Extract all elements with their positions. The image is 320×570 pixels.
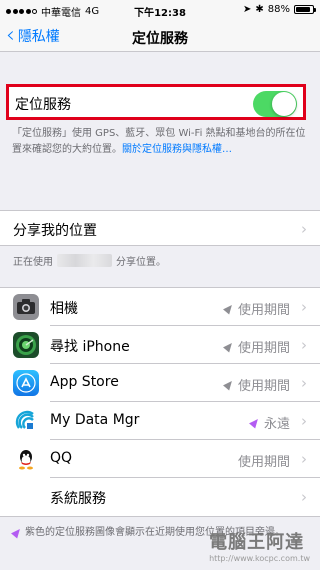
bluetooth-icon: ✱	[255, 4, 264, 15]
sharing-prefix: 正在使用	[13, 257, 53, 268]
status-bar: 中華電信 4G 下午12:38 ➤ ✱ 88%	[0, 0, 320, 20]
app-status: 使用期間	[223, 299, 290, 318]
status-right: ➤ ✱ 88%	[242, 4, 316, 15]
camera-icon	[13, 294, 39, 320]
my-data-mgr-icon	[13, 408, 39, 434]
status-text: 永遠	[263, 417, 290, 432]
status-text: 使用期間	[237, 379, 290, 394]
list-item-my-data-mgr[interactable]: My Data Mgr 永遠 ›	[0, 402, 320, 440]
location-services-row: 定位服務	[6, 84, 306, 120]
location-description: 「定位服務」使用 GPS、藍牙、眾包 Wi-Fi 熱點和基地台的所在位置來確認您…	[12, 126, 312, 158]
chevron-right-icon: ›	[301, 220, 307, 238]
watermark-brand: 電腦王阿達	[209, 532, 305, 553]
page-title: 定位服務	[132, 31, 188, 47]
app-name: 系統服務	[50, 491, 106, 507]
location-arrow-icon	[249, 416, 261, 429]
app-name: 相機	[50, 301, 78, 317]
app-name: QQ	[50, 450, 73, 466]
app-status: 使用期間	[223, 375, 290, 394]
qq-icon	[13, 446, 39, 472]
chevron-right-icon: ›	[301, 298, 307, 316]
app-name: My Data Mgr	[50, 412, 140, 428]
share-location-label: 分享我的位置	[13, 223, 97, 239]
app-status: 使用期間	[238, 451, 290, 470]
status-text: 使用期間	[237, 455, 290, 470]
location-arrow-icon	[223, 302, 235, 315]
privacy-link[interactable]: 關於定位服務與隱私權…	[122, 144, 232, 155]
app-name: App Store	[50, 374, 119, 390]
share-location-row[interactable]: 分享我的位置 ›	[0, 210, 320, 246]
app-status: 永遠	[249, 413, 290, 432]
chevron-right-icon: ›	[301, 450, 307, 468]
location-services-toggle[interactable]	[253, 91, 297, 117]
list-item-find-iphone[interactable]: 尋找 iPhone 使用期間 ›	[0, 326, 320, 364]
app-status: 使用期間	[223, 337, 290, 356]
location-arrow-icon	[223, 378, 235, 391]
location-services-label: 定位服務	[15, 97, 71, 113]
app-store-icon	[13, 370, 39, 396]
battery-icon	[294, 5, 316, 14]
location-arrow-icon: ➤	[242, 4, 252, 15]
app-list: 相機 使用期間 › 尋找 iPhone 使用期間 › App Store 使用期…	[0, 287, 320, 517]
chevron-right-icon: ›	[301, 374, 307, 392]
list-item-camera[interactable]: 相機 使用期間 ›	[0, 288, 320, 326]
chevron-right-icon: ›	[301, 412, 307, 430]
chevron-right-icon: ›	[301, 488, 307, 506]
list-item-system-services[interactable]: 系統服務 ›	[0, 478, 320, 516]
watermark: 電腦王阿達 http://www.kocpc.com.tw	[209, 528, 310, 563]
toggle-knob	[272, 92, 296, 116]
sharing-device-note: 正在使用 分享位置。	[13, 253, 166, 268]
navigation-bar: ‹ 隱私權 定位服務	[0, 20, 320, 52]
battery-percent: 88%	[267, 4, 290, 15]
sharing-suffix: 分享位置。	[116, 257, 166, 268]
blurred-device-name	[57, 254, 112, 267]
app-name: 尋找 iPhone	[50, 339, 130, 355]
location-arrow-icon	[11, 526, 23, 539]
find-iphone-icon	[13, 332, 39, 358]
list-item-qq[interactable]: QQ 使用期間 ›	[0, 440, 320, 478]
watermark-url: http://www.kocpc.com.tw	[209, 554, 310, 563]
list-item-app-store[interactable]: App Store 使用期間 ›	[0, 364, 320, 402]
status-text: 使用期間	[237, 303, 290, 318]
location-arrow-icon	[223, 340, 235, 353]
chevron-right-icon: ›	[301, 336, 307, 354]
status-text: 使用期間	[237, 341, 290, 356]
